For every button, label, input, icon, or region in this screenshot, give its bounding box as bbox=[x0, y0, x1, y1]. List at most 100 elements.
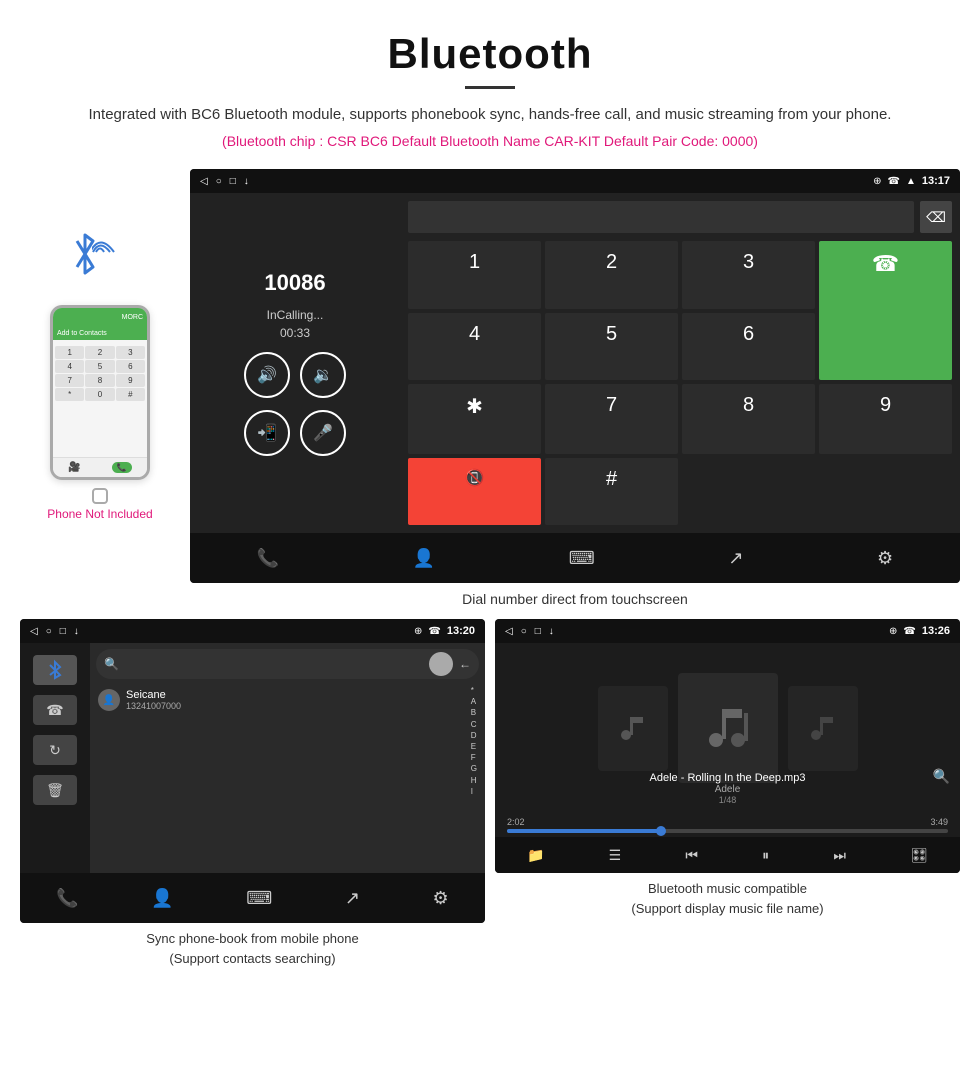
mic-btn[interactable]: 🎤 bbox=[300, 410, 346, 456]
phone-keypad: 1 2 3 4 5 6 7 8 9 * 0 # bbox=[55, 346, 145, 401]
nav-call-icon[interactable]: 📞 bbox=[257, 548, 279, 569]
music-folder-icon[interactable]: 📁 bbox=[527, 847, 544, 864]
progress-bar-bg[interactable] bbox=[507, 829, 948, 833]
pb-main-content: 👤 Seicane 13241007000 * A B C D bbox=[96, 685, 479, 715]
pb-contact-row[interactable]: 👤 Seicane 13241007000 bbox=[96, 685, 479, 715]
phone-key: 3 bbox=[116, 346, 145, 359]
numpad: 1 2 3 ☎ 4 5 6 ✱ 7 8 9 📵 # bbox=[408, 241, 952, 525]
dial-screen-caption: Dial number direct from touchscreen bbox=[190, 583, 960, 619]
music-play-pause-icon[interactable]: ⏸ bbox=[762, 847, 769, 864]
location-icon: ⊕ bbox=[873, 176, 881, 187]
pb-status-right: ⊕ ☎ 13:20 bbox=[414, 625, 475, 637]
phone-key: # bbox=[116, 388, 145, 401]
music-dl-icon: ↓ bbox=[549, 626, 554, 637]
pb-nav-transfer[interactable]: ↗ bbox=[345, 888, 360, 909]
album-art-left bbox=[598, 686, 668, 771]
page-description: Integrated with BC6 Bluetooth module, su… bbox=[60, 103, 920, 127]
pb-back-arrow-icon: ← bbox=[459, 657, 471, 671]
nav-contacts-icon[interactable]: 👤 bbox=[413, 548, 435, 569]
phone-top-bar: MORC bbox=[53, 308, 147, 326]
volume-down-icon: 🔉 bbox=[313, 365, 333, 385]
phone-key: 2 bbox=[85, 346, 114, 359]
phonebook-area: ☎ ↻ 🗑 🔍 ← bbox=[20, 643, 485, 873]
phone-illustration: MORC Add to Contacts 1 2 3 4 5 6 7 8 9 *… bbox=[20, 169, 180, 521]
transfer-btn[interactable]: 📲 bbox=[244, 410, 290, 456]
numpad-star[interactable]: ✱ bbox=[408, 384, 541, 454]
pb-call-btn[interactable]: ☎ bbox=[33, 695, 77, 725]
numpad-6[interactable]: 6 bbox=[682, 313, 815, 381]
pb-sync-btn[interactable]: ↻ bbox=[33, 735, 77, 765]
pb-back-icon: ◁ bbox=[30, 626, 38, 637]
dialpad-left: 10086 InCalling... 00:33 🔊 🔉 📲 bbox=[190, 193, 400, 533]
pb-nav-contacts[interactable]: 👤 bbox=[151, 888, 173, 909]
status-left: ◁ ○ □ ↓ bbox=[200, 176, 249, 187]
music-search-icon[interactable]: 🔍 bbox=[933, 768, 950, 785]
progress-dot bbox=[656, 826, 666, 836]
dialpad-area: 10086 InCalling... 00:33 🔊 🔉 📲 bbox=[190, 193, 960, 533]
title-underline bbox=[465, 86, 515, 89]
music-next-icon[interactable]: ⏭ bbox=[833, 847, 846, 864]
time-total: 3:49 bbox=[930, 817, 948, 827]
music-track-position: 1/48 bbox=[495, 795, 960, 805]
call-btn[interactable]: ☎ bbox=[819, 241, 952, 380]
phone-key: 4 bbox=[55, 360, 84, 373]
pb-contact-info: Seicane 13241007000 bbox=[126, 689, 477, 711]
music-artist: Adele bbox=[495, 784, 960, 795]
dial-input-display bbox=[408, 201, 914, 233]
music-home-icon: ○ bbox=[521, 626, 527, 637]
caller-number: 10086 bbox=[264, 270, 325, 296]
music-caption-line1: Bluetooth music compatible bbox=[648, 881, 807, 896]
volume-up-btn[interactable]: 🔊 bbox=[244, 352, 290, 398]
numpad-2[interactable]: 2 bbox=[545, 241, 678, 309]
pb-nav-call[interactable]: 📞 bbox=[56, 888, 78, 909]
numpad-3[interactable]: 3 bbox=[682, 241, 815, 309]
pb-nav-settings[interactable]: ⚙ bbox=[433, 888, 449, 909]
dialpad-right: ⌫ 1 2 3 ☎ 4 5 6 ✱ 7 8 9 📵 bbox=[400, 193, 960, 533]
pb-delete-btn[interactable]: 🗑 bbox=[33, 775, 77, 805]
numpad-4[interactable]: 4 bbox=[408, 313, 541, 381]
end-call-btn[interactable]: 📵 bbox=[408, 458, 541, 526]
time-current: 2:02 bbox=[507, 817, 525, 827]
pb-nav-bar: 📞 👤 ⌨ ↗ ⚙ bbox=[20, 873, 485, 923]
phone-call-btn: 📞 bbox=[112, 462, 132, 473]
numpad-5[interactable]: 5 bbox=[545, 313, 678, 381]
nav-settings-icon[interactable]: ⚙ bbox=[877, 548, 893, 569]
numpad-8[interactable]: 8 bbox=[682, 384, 815, 454]
phone-not-included-label: Phone Not Included bbox=[47, 507, 152, 521]
pb-alpha-list: * A B C D E F G H I bbox=[471, 685, 477, 797]
dial-screen: ◁ ○ □ ↓ ⊕ ☎ ▲ 13:17 10086 InCalling... bbox=[190, 169, 960, 619]
numpad-1[interactable]: 1 bbox=[408, 241, 541, 309]
music-track-title: Adele - Rolling In the Deep.mp3 bbox=[495, 772, 960, 784]
phonebook-caption: Sync phone-book from mobile phone (Suppo… bbox=[20, 923, 485, 974]
pb-search-icon: 🔍 bbox=[104, 657, 119, 671]
volume-down-btn[interactable]: 🔉 bbox=[300, 352, 346, 398]
pb-search-bar[interactable]: 🔍 ← bbox=[96, 649, 479, 679]
numpad-hash[interactable]: # bbox=[545, 458, 678, 526]
phone-key: 8 bbox=[85, 374, 114, 387]
bluetooth-icon-area bbox=[60, 229, 140, 289]
pb-status-time: 13:20 bbox=[447, 625, 475, 637]
phone-key: 7 bbox=[55, 374, 84, 387]
music-list-icon[interactable]: ☰ bbox=[609, 847, 622, 864]
music-back-icon: ◁ bbox=[505, 626, 513, 637]
phonebook-main: 🔍 ← 👤 Seicane 13241007000 bbox=[90, 643, 485, 873]
transfer-icon: 📲 bbox=[257, 423, 277, 443]
album-art-main bbox=[678, 673, 778, 783]
music-equalizer-icon[interactable]: 🎛 bbox=[910, 847, 928, 864]
calling-status: InCalling... bbox=[267, 308, 324, 322]
numpad-7[interactable]: 7 bbox=[545, 384, 678, 454]
progress-times: 2:02 3:49 bbox=[507, 817, 948, 827]
pb-nav-dialpad[interactable]: ⌨ bbox=[246, 888, 272, 909]
music-status-left: ◁ ○ □ ↓ bbox=[505, 626, 554, 637]
nav-dialpad-icon[interactable]: ⌨ bbox=[569, 548, 595, 569]
pb-recents-icon: □ bbox=[60, 626, 66, 637]
music-progress-area: 2:02 3:49 bbox=[495, 813, 960, 837]
numpad-9[interactable]: 9 bbox=[819, 384, 952, 454]
progress-bar-fill bbox=[507, 829, 661, 833]
pb-bluetooth-btn[interactable] bbox=[33, 655, 77, 685]
music-call-icon: ☎ bbox=[903, 626, 915, 637]
music-prev-icon[interactable]: ⏮ bbox=[685, 847, 698, 864]
nav-transfer-icon[interactable]: ↗ bbox=[728, 548, 743, 569]
dial-backspace-btn[interactable]: ⌫ bbox=[920, 201, 952, 233]
phone-key: 1 bbox=[55, 346, 84, 359]
